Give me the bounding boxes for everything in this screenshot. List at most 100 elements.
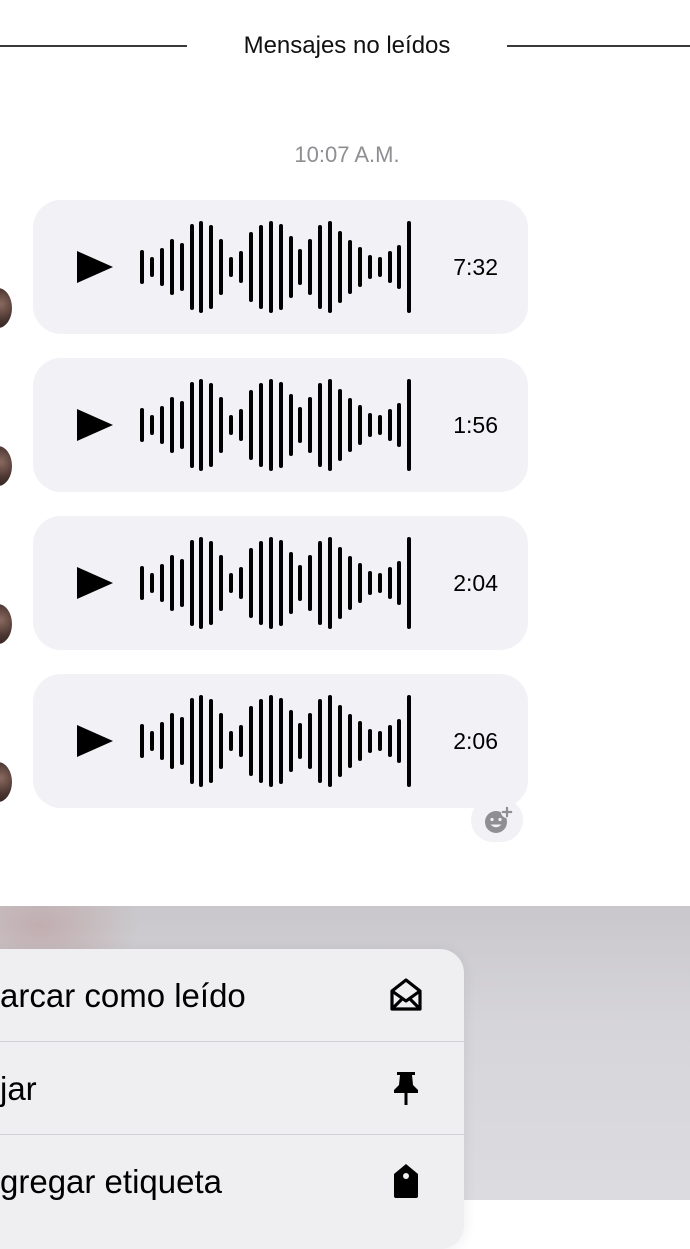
waveform-bar [357,247,362,287]
play-icon[interactable] [75,724,115,758]
waveform-bar [149,731,154,751]
waveform-bar [397,561,402,605]
waveform-bar [308,555,313,611]
waveform-bar [367,571,372,595]
waveform-bar [318,699,323,783]
waveform-bar [328,221,333,313]
waveform-bar [298,723,303,759]
voice-message[interactable]: 1:56 [33,358,528,492]
waveform-bar [397,719,402,763]
waveform-bar [407,221,412,313]
waveform-bar [149,573,154,593]
waveform-bar [347,714,352,768]
context-menu: arcar como leído jar gregar etiqueta [0,949,464,1249]
waveform-bar [179,243,184,291]
play-icon[interactable] [75,250,115,284]
waveform-bar [308,713,313,769]
waveform-bar [159,564,164,602]
waveform-bar [258,699,263,783]
waveform-bar [298,407,303,443]
audio-waveform[interactable] [140,536,416,630]
waveform-bar [377,731,382,751]
avatar[interactable] [0,762,12,802]
add-reaction-icon [485,806,513,833]
menu-item-label: arcar como leído [0,977,246,1014]
waveform-bar [219,555,224,611]
waveform-bar [288,552,293,614]
voice-message[interactable]: 7:32 [33,200,528,334]
waveform-bar [179,559,184,607]
waveform-bar [268,221,273,313]
menu-item-add-tag[interactable]: gregar etiqueta [0,1135,464,1228]
waveform-bar [328,695,333,787]
waveform-bar [199,537,204,629]
audio-waveform[interactable] [140,378,416,472]
waveform-bar [338,231,342,303]
waveform-bar [248,390,253,460]
waveform-bar [159,722,164,760]
play-icon[interactable] [75,408,115,442]
waveform-bar [377,573,382,593]
waveform-bar [357,405,362,445]
waveform-bar [159,406,164,444]
waveform-bar [278,382,283,468]
menu-item-label: gregar etiqueta [0,1163,222,1200]
waveform-bar [268,537,273,629]
waveform-bar [407,379,412,471]
waveform-bar [288,236,293,298]
voice-message[interactable]: 2:06 [33,674,528,808]
waveform-bar [169,397,174,453]
waveform-bar [377,257,382,277]
waveform-bar [278,224,283,310]
waveform-bar [239,567,243,599]
play-icon[interactable] [75,566,115,600]
waveform-bar [219,713,224,769]
waveform-bar [248,232,253,302]
message-timestamp: 10:07 A.M. [294,142,400,167]
waveform-bar [209,699,214,783]
waveform-bar [199,221,204,313]
audio-waveform[interactable] [140,220,416,314]
avatar[interactable] [0,446,12,486]
voice-duration: 1:56 [453,412,498,438]
envelope-open-icon [390,978,422,1011]
waveform-bar [328,537,333,629]
waveform-bar [268,695,273,787]
waveform-bar [229,415,234,435]
waveform-bar [357,721,362,761]
waveform-bar [140,408,144,442]
waveform-bar [357,563,362,603]
waveform-bar [140,724,144,758]
waveform-bar [199,695,204,787]
waveform-bar [288,710,293,772]
waveform-bar [169,239,174,295]
waveform-bar [347,556,352,610]
waveform-bar [189,382,194,468]
waveform-bar [189,540,194,626]
voice-duration: 2:04 [453,570,498,596]
waveform-bar [258,225,263,309]
waveform-bar [367,729,372,753]
waveform-bar [239,251,243,283]
voice-message[interactable]: 2:04 [33,516,528,650]
waveform-bar [169,555,174,611]
divider-line-right [507,45,690,47]
waveform-bar [229,731,234,751]
audio-waveform[interactable] [140,694,416,788]
unread-messages-divider: Mensajes no leídos [0,28,690,64]
menu-item-mark-as-read[interactable]: arcar como leído [0,949,464,1042]
avatar[interactable] [0,288,12,328]
waveform-bar [397,403,402,447]
voice-duration: 2:06 [453,728,498,754]
avatar[interactable] [0,604,12,644]
waveform-bar [179,717,184,765]
waveform-bar [338,705,342,777]
waveform-bar [278,540,283,626]
waveform-bar [189,224,194,310]
waveform-bar [387,251,392,283]
menu-item-pin[interactable]: jar [0,1042,464,1135]
waveform-bar [387,725,392,757]
waveform-bar [199,379,204,471]
add-reaction-button[interactable] [471,798,523,842]
unread-divider-label: Mensajes no leídos [243,32,451,59]
